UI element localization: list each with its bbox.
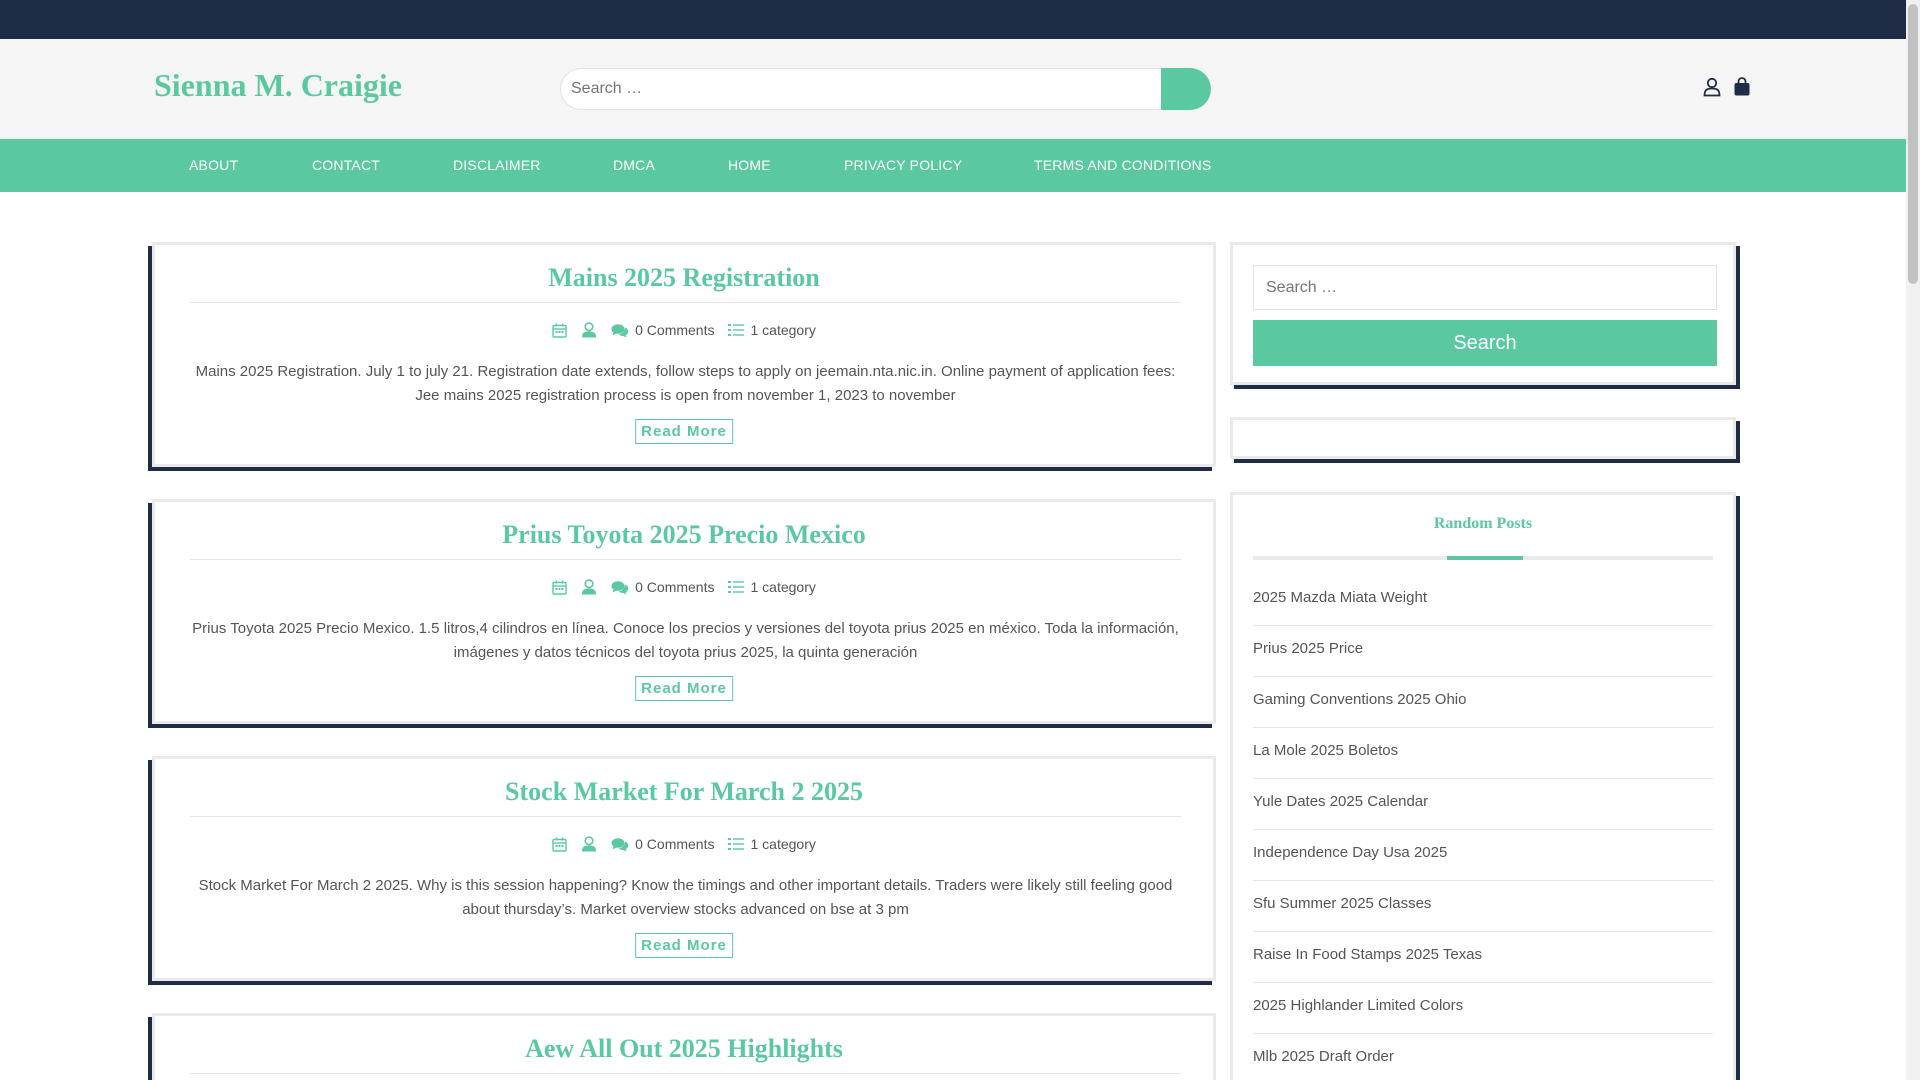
header-search-input[interactable] <box>560 68 1162 110</box>
site-title[interactable]: Sienna M. Craigie <box>154 67 402 104</box>
random-post-link[interactable]: 2025 Mazda Miata Weight <box>1253 575 1713 626</box>
post-divider <box>190 816 1181 817</box>
nav-item-home[interactable]: HOME <box>728 157 771 173</box>
post-card: Aew All Out 2025 Highlights <box>152 1013 1216 1080</box>
header-icons <box>1703 77 1751 97</box>
sidebar-search-input[interactable] <box>1253 265 1717 310</box>
read-more-button[interactable]: Read More <box>635 933 733 958</box>
post-author[interactable] <box>581 579 597 595</box>
nav-item-terms-and-conditions[interactable]: TERMS AND CONDITIONS <box>1034 157 1211 173</box>
post-comments[interactable]: 0 Comments <box>611 579 714 595</box>
category-label: 1 category <box>750 836 816 852</box>
main-nav: ABOUT CONTACT DISCLAIMER DMCA HOME PRIVA… <box>0 139 1906 192</box>
read-more-button[interactable]: Read More <box>635 676 733 701</box>
list-icon <box>728 838 745 850</box>
random-posts-widget: Random Posts 2025 Mazda Miata Weight Pri… <box>1230 492 1736 1080</box>
random-post-link[interactable]: Yule Dates 2025 Calendar <box>1253 779 1713 830</box>
random-post-link[interactable]: Independence Day Usa 2025 <box>1253 830 1713 881</box>
user-icon[interactable] <box>1703 77 1721 97</box>
comments-icon <box>611 323 629 337</box>
post-date[interactable] <box>552 323 567 338</box>
post-date[interactable] <box>552 837 567 852</box>
heading-underline <box>1253 556 1713 560</box>
post-excerpt: Stock Market For March 2 2025. Why is th… <box>198 877 1173 918</box>
comments-count: 0 Comments <box>635 322 715 338</box>
post-category[interactable]: 1 category <box>728 322 816 338</box>
shopping-bag-icon[interactable] <box>1733 77 1751 97</box>
post-card: Prius Toyota 2025 Precio Mexico 0 Commen… <box>152 499 1216 724</box>
nav-item-privacy-policy[interactable]: PRIVACY POLICY <box>844 157 962 173</box>
sidebar-empty-widget <box>1230 417 1736 459</box>
site-header: Sienna M. Craigie <box>0 39 1906 139</box>
post-title[interactable]: Prius Toyota 2025 Precio Mexico <box>155 520 1213 550</box>
category-label: 1 category <box>750 579 816 595</box>
post-comments[interactable]: 0 Comments <box>611 836 714 852</box>
top-bar <box>0 0 1906 39</box>
random-post-link[interactable]: Raise In Food Stamps 2025 Texas <box>1253 932 1713 983</box>
sidebar-search-widget: Search <box>1230 242 1736 385</box>
list-icon <box>728 581 745 593</box>
post-card: Mains 2025 Registration 0 Comments 1 cat… <box>152 242 1216 467</box>
post-meta: 0 Comments 1 category <box>155 836 1213 852</box>
sidebar-search-button[interactable]: Search <box>1253 320 1717 366</box>
post-date[interactable] <box>552 580 567 595</box>
random-post-link[interactable]: Prius 2025 Price <box>1253 626 1713 677</box>
random-post-link[interactable]: Sfu Summer 2025 Classes <box>1253 881 1713 932</box>
header-search-form <box>560 68 1211 110</box>
random-post-link[interactable]: La Mole 2025 Boletos <box>1253 728 1713 779</box>
post-divider <box>190 1073 1181 1074</box>
post-title[interactable]: Stock Market For March 2 2025 <box>155 777 1213 807</box>
nav-item-about[interactable]: ABOUT <box>189 157 238 173</box>
random-posts-list: 2025 Mazda Miata Weight Prius 2025 Price… <box>1253 575 1713 1080</box>
post-excerpt: Mains 2025 Registration. July 1 to july … <box>195 363 1176 404</box>
scrollbar-thumb[interactable] <box>1908 4 1918 284</box>
random-post-link[interactable]: 2025 Highlander Limited Colors <box>1253 983 1713 1034</box>
read-more-button[interactable]: Read More <box>635 419 733 444</box>
random-post-link[interactable]: Gaming Conventions 2025 Ohio <box>1253 677 1713 728</box>
post-meta: 0 Comments 1 category <box>155 579 1213 595</box>
nav-item-disclaimer[interactable]: DISCLAIMER <box>453 157 541 173</box>
comments-icon <box>611 837 629 851</box>
post-excerpt: Prius Toyota 2025 Precio Mexico. 1.5 lit… <box>192 620 1179 661</box>
nav-item-contact[interactable]: CONTACT <box>312 157 380 173</box>
calendar-icon <box>552 323 567 338</box>
post-author[interactable] <box>581 836 597 852</box>
comments-count: 0 Comments <box>635 579 715 595</box>
post-divider <box>190 302 1181 303</box>
category-label: 1 category <box>750 322 816 338</box>
user-icon <box>582 322 597 338</box>
random-post-link[interactable]: Mlb 2025 Draft Order <box>1253 1034 1713 1080</box>
post-divider <box>190 559 1181 560</box>
page-scrollbar[interactable] <box>1906 0 1920 1080</box>
post-author[interactable] <box>581 322 597 338</box>
random-posts-heading: Random Posts <box>1433 515 1533 532</box>
post-meta: 0 Comments 1 category <box>155 322 1213 338</box>
nav-item-dmca[interactable]: DMCA <box>613 157 655 173</box>
header-search-button[interactable] <box>1161 68 1211 110</box>
user-icon <box>582 836 597 852</box>
comments-icon <box>611 580 629 594</box>
post-title[interactable]: Mains 2025 Registration <box>155 263 1213 293</box>
post-category[interactable]: 1 category <box>728 579 816 595</box>
calendar-icon <box>552 837 567 852</box>
post-title[interactable]: Aew All Out 2025 Highlights <box>155 1034 1213 1064</box>
post-category[interactable]: 1 category <box>728 836 816 852</box>
calendar-icon <box>552 580 567 595</box>
comments-count: 0 Comments <box>635 836 715 852</box>
post-comments[interactable]: 0 Comments <box>611 322 714 338</box>
user-icon <box>582 579 597 595</box>
post-card: Stock Market For March 2 2025 0 Comments… <box>152 756 1216 981</box>
list-icon <box>728 324 745 336</box>
